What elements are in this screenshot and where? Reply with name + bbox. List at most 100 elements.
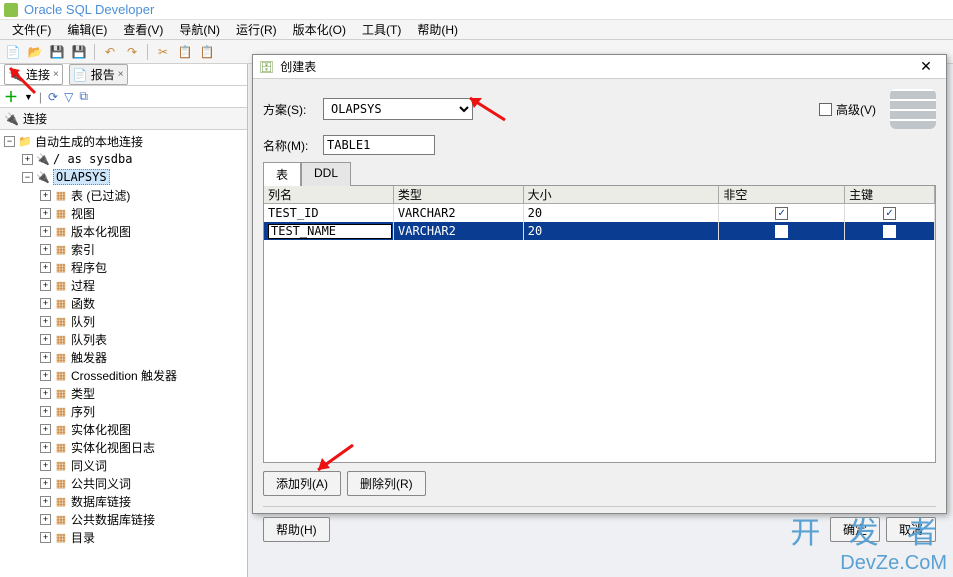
header-notnull[interactable]: 非空 xyxy=(719,186,845,203)
menu-edit[interactable]: 编辑(E) xyxy=(59,19,115,40)
tree-node[interactable]: +▦索引 xyxy=(0,240,247,258)
expand-icon[interactable]: + xyxy=(40,496,51,507)
cell-pk[interactable] xyxy=(845,222,935,240)
header-colname[interactable]: 列名 xyxy=(264,186,394,203)
tab-reports[interactable]: 📄 报告 × xyxy=(69,64,128,85)
tree-node[interactable]: +▦队列 xyxy=(0,312,247,330)
add-icon[interactable]: ＋ xyxy=(4,87,18,107)
open-icon[interactable]: 📂 xyxy=(26,43,44,61)
save-all-icon[interactable]: 💾 xyxy=(70,43,88,61)
connections-tree[interactable]: − 📁 自动生成的本地连接 + 🔌 / as sysdba − 🔌 OLAPSY… xyxy=(0,130,247,577)
tree-node[interactable]: +▦过程 xyxy=(0,276,247,294)
close-icon[interactable]: × xyxy=(53,69,59,80)
refresh-icon[interactable]: ⟳ xyxy=(48,90,58,104)
collapse-icon[interactable]: − xyxy=(4,136,15,147)
collapse-icon[interactable]: − xyxy=(22,172,33,183)
tree-node[interactable]: +▦Crossedition 触发器 xyxy=(0,366,247,384)
column-name-input[interactable] xyxy=(268,224,392,239)
paste-icon[interactable]: 📋 xyxy=(198,43,216,61)
expand-icon[interactable]: + xyxy=(22,154,33,165)
expand-icon[interactable]: + xyxy=(40,478,51,489)
cell-pk[interactable]: ✓ xyxy=(845,204,935,222)
dialog-titlebar[interactable]: 🗄 创建表 ✕ xyxy=(253,55,946,79)
grid-row[interactable]: TEST_ID VARCHAR2 20 ✓ ✓ xyxy=(264,204,935,222)
tree-node[interactable]: +▦函数 xyxy=(0,294,247,312)
expand-icon[interactable]: + xyxy=(40,208,51,219)
cell-notnull[interactable]: ✓ xyxy=(719,204,845,222)
expand-icon[interactable]: + xyxy=(40,460,51,471)
header-type[interactable]: 类型 xyxy=(394,186,524,203)
menu-file[interactable]: 文件(F) xyxy=(4,19,59,40)
expand-icon[interactable]: + xyxy=(40,190,51,201)
tree-node[interactable]: +▦公共数据库链接 xyxy=(0,510,247,528)
tree-node[interactable]: +▦实体化视图日志 xyxy=(0,438,247,456)
tree-root[interactable]: − 📁 自动生成的本地连接 xyxy=(0,132,247,150)
tree-node[interactable]: +▦表 (已过滤) xyxy=(0,186,247,204)
schema-select[interactable]: OLAPSYS xyxy=(323,98,473,120)
expand-icon[interactable]: + xyxy=(40,442,51,453)
new-icon[interactable]: 📄 xyxy=(4,43,22,61)
tree-node[interactable]: +▦实体化视图 xyxy=(0,420,247,438)
menu-help[interactable]: 帮助(H) xyxy=(409,19,466,40)
expand-icon[interactable]: + xyxy=(40,226,51,237)
dropdown-icon[interactable]: ▼ xyxy=(24,92,33,102)
tree-node[interactable]: +▦类型 xyxy=(0,384,247,402)
expand-icon[interactable]: + xyxy=(40,334,51,345)
tree-node[interactable]: +▦队列表 xyxy=(0,330,247,348)
tree-node[interactable]: +▦目录 xyxy=(0,528,247,546)
help-button[interactable]: 帮助(H) xyxy=(263,517,330,542)
cut-icon[interactable]: ✂ xyxy=(154,43,172,61)
expand-icon[interactable]: + xyxy=(40,298,51,309)
close-icon[interactable]: × xyxy=(118,69,124,80)
cell-type[interactable]: VARCHAR2 xyxy=(394,204,524,222)
menu-tools[interactable]: 工具(T) xyxy=(354,19,409,40)
undo-icon[interactable]: ↶ xyxy=(101,43,119,61)
expand-icon[interactable]: + xyxy=(40,514,51,525)
cell-name[interactable]: TEST_ID xyxy=(264,204,394,222)
close-button[interactable]: ✕ xyxy=(912,57,940,77)
menu-view[interactable]: 查看(V) xyxy=(115,19,171,40)
redo-icon[interactable]: ↷ xyxy=(123,43,141,61)
checkbox-icon[interactable] xyxy=(775,225,788,238)
tree-node[interactable]: +▦同义词 xyxy=(0,456,247,474)
expand-icon[interactable]: + xyxy=(40,388,51,399)
tree-conn-sysdba[interactable]: + 🔌 / as sysdba xyxy=(0,150,247,168)
filter-icon[interactable]: ▽ xyxy=(64,90,73,104)
save-icon[interactable]: 💾 xyxy=(48,43,66,61)
tree-node[interactable]: +▦公共同义词 xyxy=(0,474,247,492)
add-column-button[interactable]: 添加列(A) xyxy=(263,471,341,496)
expand-icon[interactable]: + xyxy=(40,262,51,273)
cell-name[interactable] xyxy=(264,222,394,240)
tree-node[interactable]: +▦视图 xyxy=(0,204,247,222)
expand-icon[interactable]: + xyxy=(40,352,51,363)
expand-icon[interactable]: + xyxy=(40,370,51,381)
menu-nav[interactable]: 导航(N) xyxy=(171,19,228,40)
menu-run[interactable]: 运行(R) xyxy=(228,19,285,40)
tree-node[interactable]: +▦版本化视图 xyxy=(0,222,247,240)
tree-node[interactable]: +▦触发器 xyxy=(0,348,247,366)
tree-node[interactable]: +▦程序包 xyxy=(0,258,247,276)
tree-node[interactable]: +▦序列 xyxy=(0,402,247,420)
grid-row[interactable]: VARCHAR2 20 xyxy=(264,222,935,240)
cell-size[interactable]: 20 xyxy=(524,204,720,222)
cell-type[interactable]: VARCHAR2 xyxy=(394,222,524,240)
header-size[interactable]: 大小 xyxy=(524,186,720,203)
checkbox-icon[interactable]: ✓ xyxy=(775,207,788,220)
checkbox-icon[interactable] xyxy=(883,225,896,238)
expand-icon[interactable]: + xyxy=(40,406,51,417)
columns-grid[interactable]: 列名 类型 大小 非空 主键 TEST_ID VARCHAR2 20 ✓ ✓ V… xyxy=(263,185,936,463)
tab-ddl[interactable]: DDL xyxy=(301,162,351,186)
checkbox-icon[interactable]: ✓ xyxy=(883,207,896,220)
cell-size[interactable]: 20 xyxy=(524,222,720,240)
delete-column-button[interactable]: 删除列(R) xyxy=(347,471,426,496)
header-pk[interactable]: 主键 xyxy=(845,186,935,203)
cell-notnull[interactable] xyxy=(719,222,845,240)
tab-connections[interactable]: 🔌 连接 × xyxy=(4,64,63,85)
name-input[interactable] xyxy=(323,135,435,155)
tree-node[interactable]: +▦数据库链接 xyxy=(0,492,247,510)
advanced-checkbox[interactable] xyxy=(819,103,832,116)
expand-icon[interactable]: + xyxy=(40,424,51,435)
tab-table[interactable]: 表 xyxy=(263,162,301,186)
expand-icon[interactable]: + xyxy=(40,532,51,543)
expand-icon[interactable]: ⧉ xyxy=(79,89,88,104)
